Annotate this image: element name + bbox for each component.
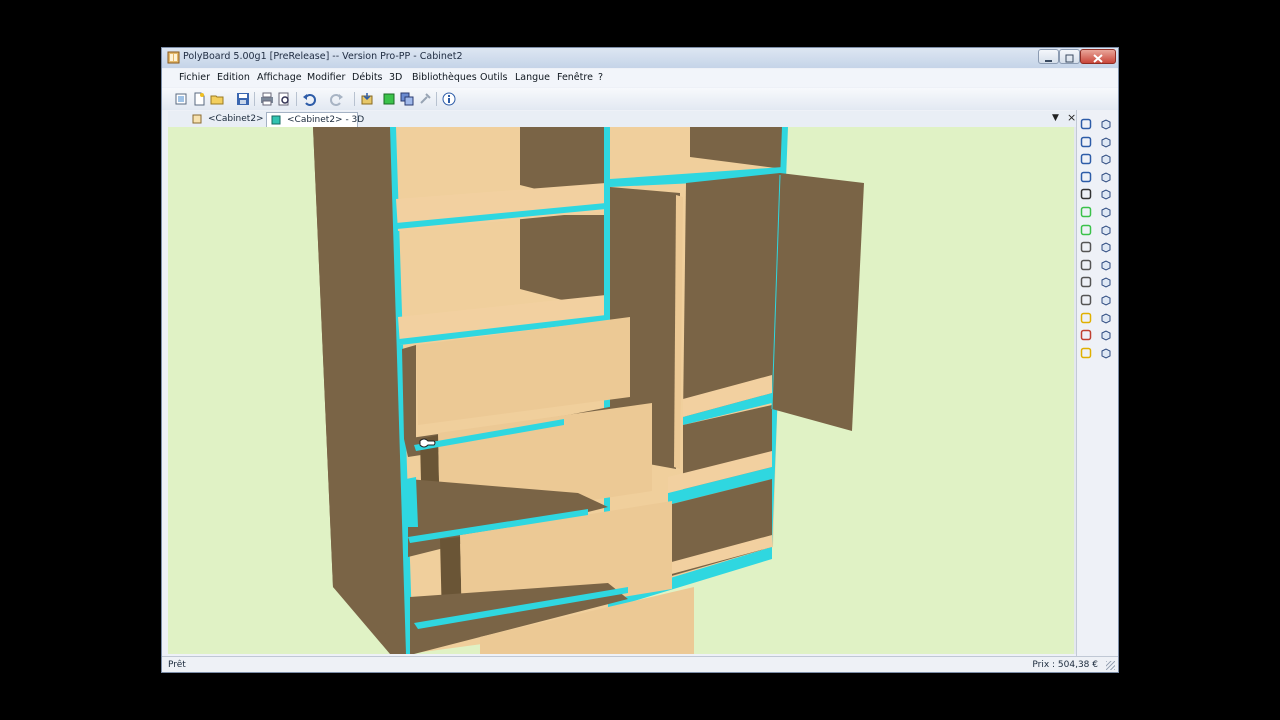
box-front-icon[interactable] [1080, 259, 1092, 271]
maximize-icon [1065, 54, 1074, 63]
green-cube-icon[interactable] [1080, 224, 1092, 236]
menu-affichage[interactable]: Affichage [257, 72, 302, 83]
window-title: PolyBoard 5.00g1 [PreRelease] -- Version… [183, 51, 463, 62]
document-icon [192, 114, 202, 124]
price-display: Prix : 504,38 € [1032, 660, 1098, 670]
view-bottom-icon[interactable] [1100, 206, 1112, 218]
box-outline-icon[interactable] [1080, 241, 1092, 253]
tab-cabinet2[interactable]: <Cabinet2> [188, 112, 264, 127]
tab-label: <Cabinet2> [208, 114, 264, 124]
tab-list-dropdown-icon[interactable]: ▼ [1052, 113, 1059, 123]
rotate-left-icon[interactable] [1080, 153, 1092, 165]
cylinder-icon[interactable] [1080, 347, 1092, 359]
view-back-icon[interactable] [1100, 136, 1112, 148]
status-text: Prêt [168, 660, 186, 670]
toolbar-separator [354, 92, 355, 106]
drawer-side-edge [406, 477, 418, 527]
toolbar-separator [254, 92, 255, 106]
save-icon[interactable] [236, 92, 250, 106]
maximize-button[interactable] [1059, 49, 1080, 64]
right-door-panel [772, 173, 864, 431]
iso-6-icon[interactable] [1100, 312, 1112, 324]
iso-2-icon[interactable] [1100, 241, 1112, 253]
view-front-icon[interactable] [1100, 118, 1112, 130]
iso-7-icon[interactable] [1100, 329, 1112, 341]
iso-8-icon[interactable] [1100, 347, 1112, 359]
menu-help[interactable]: ? [598, 72, 603, 83]
menu-modifier[interactable]: Modifier [307, 72, 345, 83]
menu-bibliotheques[interactable]: Bibliothèques [412, 72, 477, 83]
iso-4-icon[interactable] [1100, 276, 1112, 288]
resize-grip[interactable] [1106, 661, 1115, 670]
new-icon[interactable] [174, 92, 188, 106]
status-bar: Prêt Prix : 504,38 € [162, 656, 1118, 672]
section-icon[interactable] [1080, 329, 1092, 341]
auto-icon[interactable] [1080, 188, 1092, 200]
drawer-1-side [402, 345, 416, 439]
menu-bar: Fichier Edition Affichage Modifier Débit… [162, 69, 1118, 87]
tools-icon[interactable] [418, 92, 432, 106]
view-layers-icon[interactable] [400, 92, 414, 106]
view-top-icon[interactable] [1100, 188, 1112, 200]
print-icon[interactable] [260, 92, 274, 106]
undo-icon[interactable] [302, 92, 316, 106]
3d-viewport[interactable] [168, 127, 1074, 654]
iso-1-icon[interactable] [1100, 224, 1112, 236]
cube-icon [271, 115, 281, 125]
menu-outils[interactable]: Outils [480, 72, 507, 83]
import-icon[interactable] [360, 92, 374, 106]
view-right-icon[interactable] [1100, 171, 1112, 183]
toolbar-separator [296, 92, 297, 106]
close-icon [1093, 54, 1103, 63]
menu-fichier[interactable]: Fichier [179, 72, 210, 83]
minimize-button[interactable] [1038, 49, 1059, 64]
view-tools-sidebar [1076, 110, 1118, 656]
close-button[interactable] [1080, 49, 1116, 64]
pan-icon[interactable] [1080, 136, 1092, 148]
document-tab-bar: <Cabinet2> <Cabinet2> - 3D ▼ × [168, 111, 1078, 128]
toolbar-separator [436, 92, 437, 106]
open-folder-icon[interactable] [210, 92, 224, 106]
measure-icon[interactable] [1080, 312, 1092, 324]
menu-langue[interactable]: Langue [515, 72, 550, 83]
print-preview-icon[interactable] [277, 92, 291, 106]
view-3d-icon[interactable] [382, 92, 396, 106]
polyboard-app-icon [167, 51, 180, 64]
iso-3-icon[interactable] [1100, 259, 1112, 271]
new-file-icon[interactable] [192, 92, 206, 106]
minimize-icon [1045, 60, 1052, 62]
tab-close-icon[interactable]: × [1067, 111, 1076, 124]
menu-debits[interactable]: Débits [352, 72, 383, 83]
green-box-icon[interactable] [1080, 206, 1092, 218]
tab-cabinet2-3d[interactable]: <Cabinet2> - 3D [266, 112, 364, 127]
view-left-icon[interactable] [1100, 153, 1112, 165]
redo-icon[interactable] [330, 92, 344, 106]
tab-label: <Cabinet2> - 3D [287, 115, 365, 125]
polyboard-window: PolyBoard 5.00g1 [PreRelease] -- Version… [161, 47, 1119, 673]
box-back-icon[interactable] [1080, 294, 1092, 306]
menu-edition[interactable]: Edition [217, 72, 250, 83]
orbit-icon[interactable] [1080, 118, 1092, 130]
rotate-right-icon[interactable] [1080, 171, 1092, 183]
info-icon[interactable] [442, 92, 456, 106]
title-bar[interactable]: PolyBoard 5.00g1 [PreRelease] -- Version… [162, 48, 1118, 68]
menu-3d[interactable]: 3D [389, 72, 402, 83]
toolbar [162, 88, 1118, 110]
box-plain-icon[interactable] [1080, 276, 1092, 288]
iso-5-icon[interactable] [1100, 294, 1112, 306]
menu-fenetre[interactable]: Fenêtre [557, 72, 593, 83]
cabinet-3d-render [313, 127, 864, 654]
